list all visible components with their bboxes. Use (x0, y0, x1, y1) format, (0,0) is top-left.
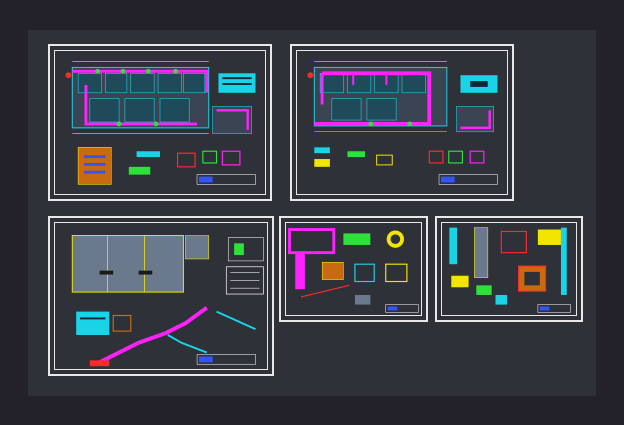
sheet-3-drawing (71, 235, 264, 367)
drawing-sheet-4[interactable] (279, 216, 428, 322)
sheet-4-drawing (288, 228, 419, 313)
drawing-sheet-2[interactable] (290, 44, 514, 201)
sheet-5-drawing (449, 227, 571, 313)
legend-box (218, 73, 256, 93)
sheet-1-drawing (65, 61, 256, 185)
sheet-2-drawing (307, 61, 498, 185)
drawing-sheet-1[interactable] (48, 44, 272, 201)
drawing-sheet-5[interactable] (435, 216, 583, 322)
drawing-sheet-3[interactable] (48, 216, 274, 376)
cad-model-space (28, 30, 596, 396)
